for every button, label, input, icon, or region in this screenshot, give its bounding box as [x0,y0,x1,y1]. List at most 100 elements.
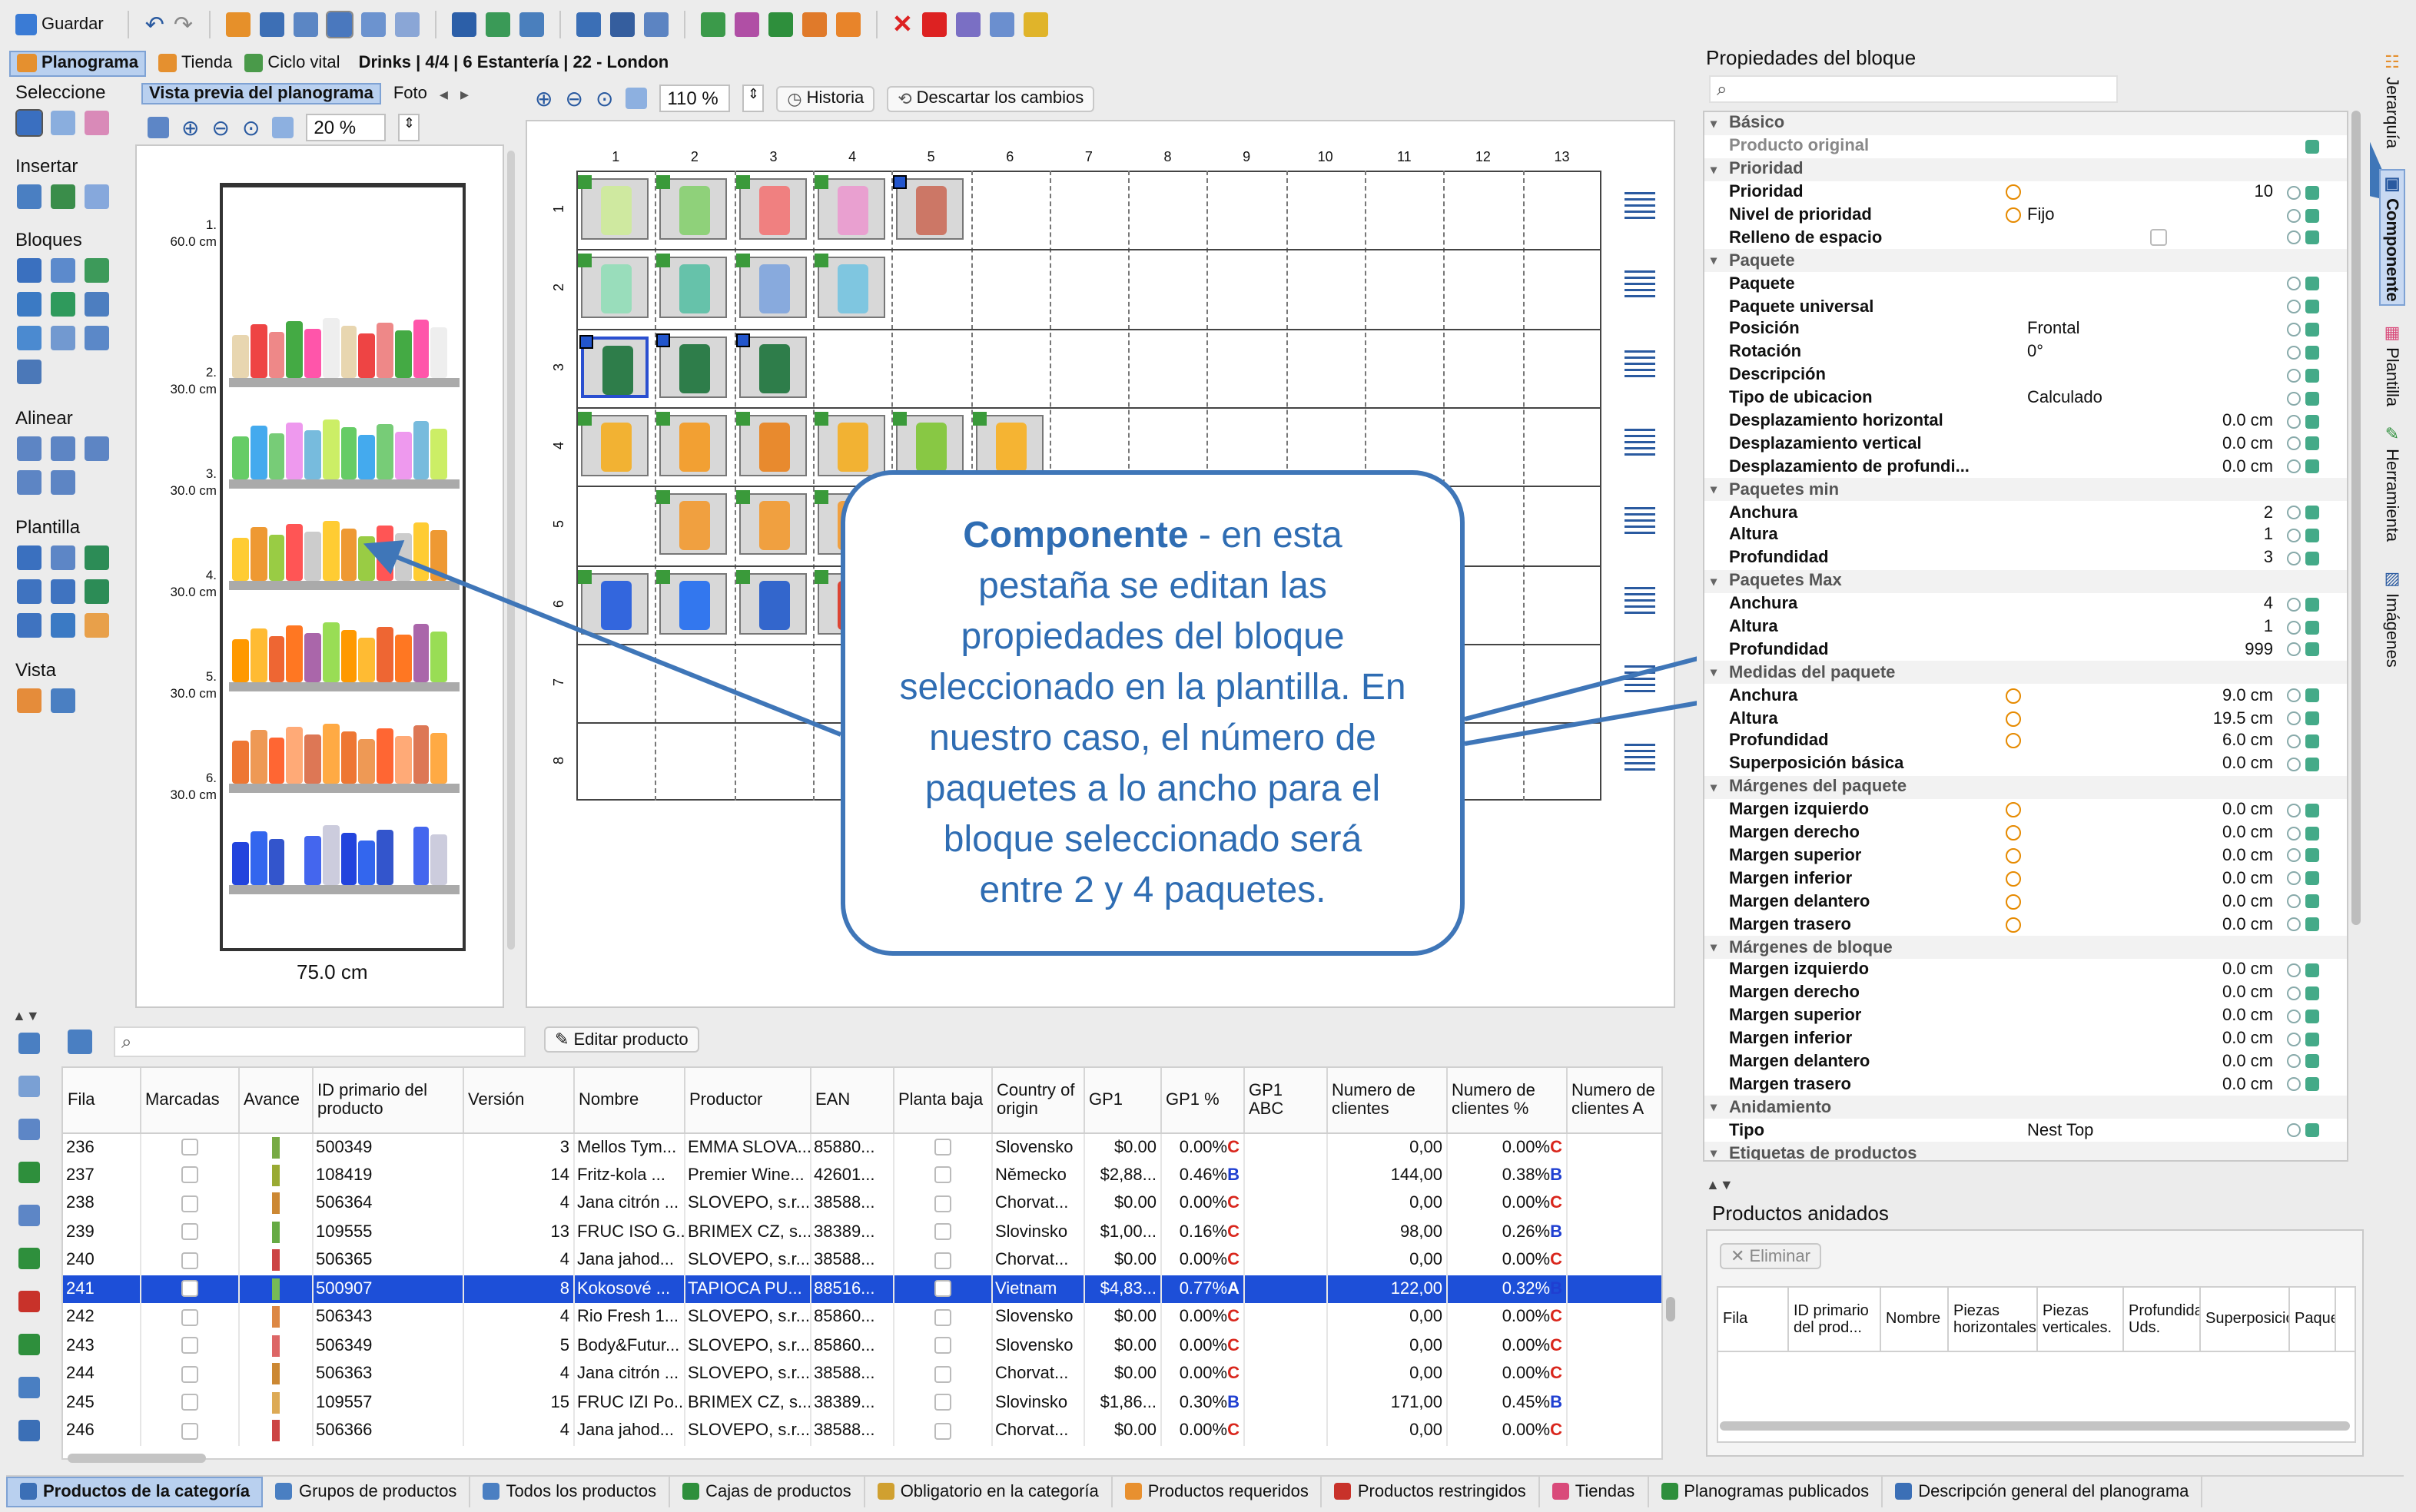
cell-marcadas[interactable] [140,1417,239,1445]
reset-icon[interactable] [2006,184,2021,201]
reset-icon[interactable] [2006,917,2021,933]
collapse-icon[interactable]: ▾ [1711,781,1717,794]
link-icon[interactable] [2287,803,2301,817]
property-row[interactable]: Margen derecho 0.0 cm [1704,821,2347,844]
nested-hscroll[interactable] [1720,1421,2350,1431]
table-row[interactable]: 239 109555 13 FRUC ISO G... BRIMEX CZ, s... 3… [63,1218,1661,1246]
cell-planta-baja[interactable] [893,1388,992,1417]
cell-marcadas[interactable] [140,1218,239,1246]
ground-floor-checkbox[interactable] [934,1166,951,1184]
pin-icon[interactable] [2305,826,2319,841]
property-value[interactable]: 1 [2264,526,2273,545]
property-row[interactable]: Profundidad 6.0 cm [1704,730,2347,753]
column-header[interactable]: Versión [463,1068,574,1133]
link-icon[interactable] [2287,322,2301,337]
column-header[interactable]: Country of origin [991,1068,1084,1133]
bottom-tab[interactable]: Planogramas publicados [1648,1476,1883,1507]
property-row[interactable]: Desplazamiento de profundi... 0.0 cm [1704,456,2347,479]
cell-marcadas[interactable] [140,1189,239,1218]
property-row[interactable]: Margen delantero 0.0 cm [1704,890,2347,914]
cell-planta-baja[interactable] [893,1218,992,1246]
mark-checkbox[interactable] [181,1365,197,1383]
property-row[interactable]: Anchura 9.0 cm [1704,685,2347,708]
property-value[interactable]: 0.0 cm [2222,961,2273,980]
column-header[interactable]: Fila [63,1068,141,1133]
link-icon[interactable] [2287,620,2301,635]
nested-column-header[interactable]: Nombre [1881,1288,1949,1351]
cell-marcadas[interactable] [140,1132,239,1161]
table-row[interactable]: 244 506363 4 Jana citrón ... SLOVEPO, s.r...… [63,1360,1661,1388]
nested-column-header[interactable]: Fila [1718,1288,1789,1351]
products-hscroll[interactable] [68,1454,206,1463]
collapse-icon[interactable]: ▾ [1711,117,1717,131]
tab-herramienta[interactable]: ✎ Herramienta [2382,424,2402,542]
table-row[interactable]: 238 506364 4 Jana citrón ... SLOVEPO, s.r...… [63,1189,1661,1218]
link-icon[interactable] [2287,277,2301,291]
ground-floor-checkbox[interactable] [934,1223,951,1241]
cell-planta-baja[interactable] [893,1417,992,1445]
property-row[interactable]: Anchura 4 [1704,592,2347,615]
xo-red-icon[interactable] [18,1291,40,1312]
edit-product-button[interactable]: ✎ Editar producto [544,1026,699,1053]
link-icon[interactable] [2287,642,2301,657]
ground-floor-checkbox[interactable] [934,1252,951,1269]
export-table-icon[interactable] [18,1377,40,1398]
property-value[interactable]: 6.0 cm [2222,732,2273,751]
properties-search[interactable]: ⌕ [1709,75,2118,103]
property-row[interactable]: Margen izquierdo 0.0 cm [1704,959,2347,982]
cell-planta-baja[interactable] [893,1275,992,1303]
reset-icon[interactable] [2006,870,2021,887]
property-row[interactable]: Superposición básica 0.0 cm [1704,753,2347,776]
column-header[interactable]: Productor [684,1068,811,1133]
pin-icon[interactable] [2305,803,2319,817]
property-checkbox[interactable] [2150,229,2167,247]
column-header[interactable]: Avance [238,1068,313,1133]
property-row[interactable]: Tipo de ubicacion Calculado [1704,386,2347,410]
property-row[interactable]: Desplazamiento horizontal 0.0 cm [1704,410,2347,433]
pin-icon[interactable] [2305,551,2319,565]
column-header[interactable]: ID primario del producto [312,1068,463,1133]
link-icon[interactable] [2287,871,2301,886]
pin-icon[interactable] [2305,1032,2319,1046]
ground-floor-checkbox[interactable] [934,1195,951,1212]
pin-icon[interactable] [2305,414,2319,429]
mark-checkbox[interactable] [181,1337,197,1354]
bar-chart-icon[interactable] [18,1420,40,1441]
property-row[interactable]: Anchura 2 [1704,501,2347,524]
property-row[interactable]: Prioridad 10 [1704,181,2347,204]
property-row[interactable]: Margen superior 0.0 cm [1704,844,2347,867]
column-header[interactable]: EAN [810,1068,894,1133]
reset-icon[interactable] [2006,207,2021,223]
tab-plantilla-side[interactable]: ▦ Plantilla [2382,323,2402,406]
ground-floor-checkbox[interactable] [934,1280,951,1298]
pin-icon[interactable] [2305,757,2319,771]
link-icon[interactable] [2287,368,2301,383]
collapse-icon[interactable]: ▾ [1711,1100,1717,1114]
cell-marcadas[interactable] [140,1360,239,1388]
pin-icon[interactable] [2305,986,2319,1000]
pin-icon[interactable] [2305,1009,2319,1023]
link-icon[interactable] [2287,917,2301,932]
property-row[interactable]: Nivel de prioridad Fijo [1704,204,2347,227]
eliminar-button[interactable]: ✕ Eliminar [1720,1243,1821,1269]
nested-column-header[interactable]: Piezas horizontales. [1949,1288,2038,1351]
collapse-icon[interactable]: ▾ [1711,254,1717,268]
cell-marcadas[interactable] [140,1275,239,1303]
cell-marcadas[interactable] [140,1246,239,1275]
property-value[interactable]: 0° [2027,343,2043,362]
link-icon[interactable] [2287,414,2301,429]
property-value[interactable]: 2 [2264,503,2273,522]
reset-icon[interactable] [2006,825,2021,841]
property-value[interactable]: 1 [2264,618,2273,636]
property-row[interactable]: Altura 19.5 cm [1704,707,2347,730]
property-row[interactable]: Altura 1 [1704,524,2347,547]
property-row[interactable]: Posición Frontal [1704,318,2347,341]
help-icon[interactable] [18,1119,40,1140]
property-value[interactable]: 4 [2264,595,2273,613]
pin-icon[interactable] [2305,506,2319,520]
link-icon[interactable] [2287,528,2301,542]
property-value[interactable]: 0.0 cm [2222,1076,2273,1094]
property-row[interactable]: Profundidad 999 [1704,638,2347,662]
link-icon[interactable] [2287,391,2301,406]
link-icon[interactable] [2287,185,2301,200]
